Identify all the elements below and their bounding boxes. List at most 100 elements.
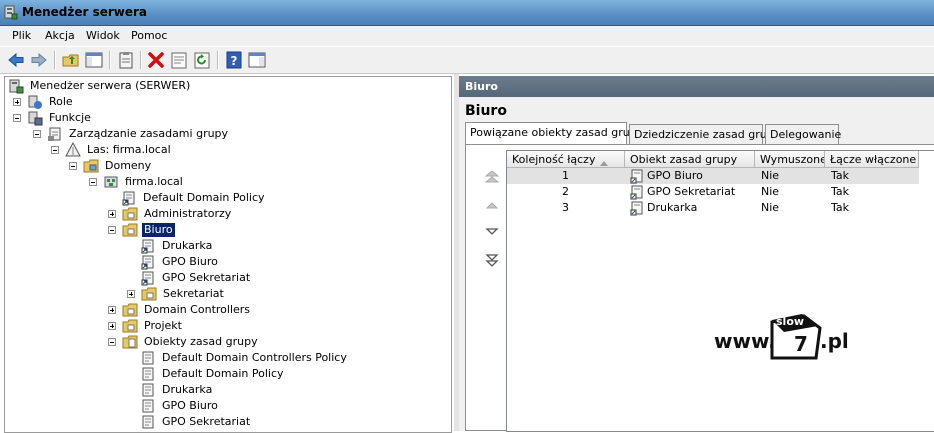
- watermark-logo: www. slow 7 .pl: [714, 314, 854, 364]
- up-folder-icon[interactable]: [61, 50, 81, 70]
- tree-label: Funkcje: [49, 111, 91, 124]
- toolbar-separator: [54, 51, 56, 69]
- watermark-prefix: www.: [714, 329, 776, 353]
- toolbar-separator: [140, 51, 142, 69]
- collapse-icon[interactable]: [51, 146, 59, 154]
- tree-label: firma.local: [125, 175, 183, 188]
- tree-label: Menedżer serwera (SERWER): [30, 79, 191, 92]
- tree-label: GPO Biuro: [162, 399, 218, 412]
- sort-ascending-icon: [600, 156, 608, 167]
- page-title: Biuro: [465, 103, 507, 119]
- tree-label: Drukarka: [162, 239, 213, 252]
- toolbar-separator: [217, 51, 219, 69]
- details-pane-header: Biuro: [459, 76, 934, 97]
- tab-inheritance[interactable]: Dziedziczenie zasad grupy: [629, 124, 780, 144]
- cell-order: 1: [562, 169, 569, 182]
- collapse-icon[interactable]: [13, 114, 21, 122]
- tree-label: Role: [49, 95, 73, 108]
- tree-label: Drukarka: [162, 383, 213, 396]
- collapse-icon[interactable]: [108, 338, 116, 346]
- window-title: Menedżer serwera: [22, 5, 148, 19]
- move-down-icon[interactable]: [484, 224, 500, 240]
- help-icon[interactable]: ?: [224, 50, 244, 70]
- column-header-enforced[interactable]: Wymuszone: [755, 151, 825, 168]
- table-row[interactable]: 3 Drukarka Nie Tak: [507, 200, 919, 216]
- menu-bar: Plik Akcja Widok Pomoc: [0, 26, 934, 46]
- show-hide-tree-icon[interactable]: [84, 50, 104, 70]
- features-icon: [27, 110, 43, 126]
- tree-label: Domain Controllers: [144, 303, 251, 316]
- tree-label: Projekt: [144, 319, 182, 332]
- cell-order: 3: [562, 201, 569, 214]
- menu-akcja[interactable]: Akcja: [45, 29, 75, 42]
- linked-gpo-table: Kolejność łączy Obiekt zasad grupy Wymus…: [506, 150, 934, 432]
- show-hide-action-pane-icon[interactable]: [247, 50, 267, 70]
- gpo-icon: [140, 350, 156, 366]
- watermark-number: 7: [794, 332, 808, 356]
- cell-enabled: Tak: [831, 185, 850, 198]
- menu-plik[interactable]: Plik: [12, 29, 31, 42]
- collapse-icon[interactable]: [69, 162, 77, 170]
- title-bar: Menedżer serwera: [0, 0, 934, 26]
- tree-label: Default Domain Controllers Policy: [162, 351, 347, 364]
- gpo-link-icon: [140, 238, 156, 254]
- menu-pomoc[interactable]: Pomoc: [131, 29, 167, 42]
- table-row[interactable]: 1 GPO Biuro Nie Tak: [507, 168, 919, 184]
- details-pane: Biuro Powiązane obiekty zasad grupy Dzie…: [459, 97, 934, 432]
- table-row[interactable]: 2 GPO Sekretariat Nie Tak: [507, 184, 919, 200]
- tab-delegation[interactable]: Delegowanie: [765, 124, 841, 144]
- collapse-icon[interactable]: [89, 178, 97, 186]
- toolbar-separator: [109, 51, 111, 69]
- tree-label: GPO Sekretariat: [162, 271, 251, 284]
- gpo-link-icon: [140, 270, 156, 286]
- tab-linked-gpos[interactable]: Powiązane obiekty zasad grupy: [465, 122, 643, 145]
- expand-icon[interactable]: [108, 306, 116, 314]
- clipboard-icon[interactable]: [116, 50, 136, 70]
- gpo-icon: [140, 414, 156, 430]
- gpo-icon: [140, 398, 156, 414]
- expand-icon[interactable]: [108, 322, 116, 330]
- domains-folder-icon: [83, 158, 99, 174]
- gpo-link-icon: [140, 254, 156, 270]
- watermark-suffix: .pl: [820, 329, 849, 353]
- ou-folder-icon: [122, 206, 138, 222]
- delete-icon[interactable]: [146, 50, 166, 70]
- collapse-icon[interactable]: [33, 130, 41, 138]
- refresh-icon[interactable]: [192, 50, 212, 70]
- expand-icon[interactable]: [13, 98, 21, 106]
- expand-icon[interactable]: [127, 290, 135, 298]
- forward-arrow-icon[interactable]: [29, 50, 49, 70]
- cell-order: 2: [562, 185, 569, 198]
- cell-enforced: Nie: [761, 201, 780, 214]
- column-header-gpo[interactable]: Obiekt zasad grupy: [625, 151, 755, 168]
- svg-text:?: ?: [231, 54, 238, 68]
- cell-enforced: Nie: [761, 185, 780, 198]
- gpo-icon: [140, 366, 156, 382]
- tree-label: Default Domain Policy: [162, 367, 284, 380]
- tree-label: GPO Biuro: [162, 255, 218, 268]
- move-up-icon[interactable]: [484, 197, 500, 213]
- gpo-folder-icon: [122, 334, 138, 350]
- move-to-bottom-icon[interactable]: [484, 252, 500, 268]
- gpo-link-icon: [121, 190, 137, 206]
- tree-label: Sekretariat: [163, 287, 224, 300]
- menu-widok[interactable]: Widok: [86, 29, 120, 42]
- tree-label-selected: Biuro: [142, 223, 175, 237]
- cell-gpo: GPO Sekretariat: [647, 185, 736, 198]
- properties-icon[interactable]: [169, 50, 189, 70]
- move-to-top-icon[interactable]: [484, 169, 500, 185]
- expand-icon[interactable]: [108, 210, 116, 218]
- tree-label: Las: firma.local: [87, 143, 171, 156]
- tree-label: GPO Sekretariat: [162, 415, 251, 428]
- cell-enforced: Nie: [761, 169, 780, 182]
- cell-gpo: GPO Biuro: [647, 169, 703, 182]
- server-icon: [8, 78, 24, 94]
- ou-folder-icon: [122, 302, 138, 318]
- ou-folder-icon: [141, 286, 157, 302]
- collapse-icon[interactable]: [108, 226, 116, 234]
- column-header-link-enabled[interactable]: Łącze włączone: [825, 151, 919, 168]
- cell-gpo: Drukarka: [647, 201, 698, 214]
- cell-enabled: Tak: [831, 169, 850, 182]
- back-arrow-icon[interactable]: [6, 50, 26, 70]
- column-header-link-order[interactable]: Kolejność łączy: [507, 151, 625, 168]
